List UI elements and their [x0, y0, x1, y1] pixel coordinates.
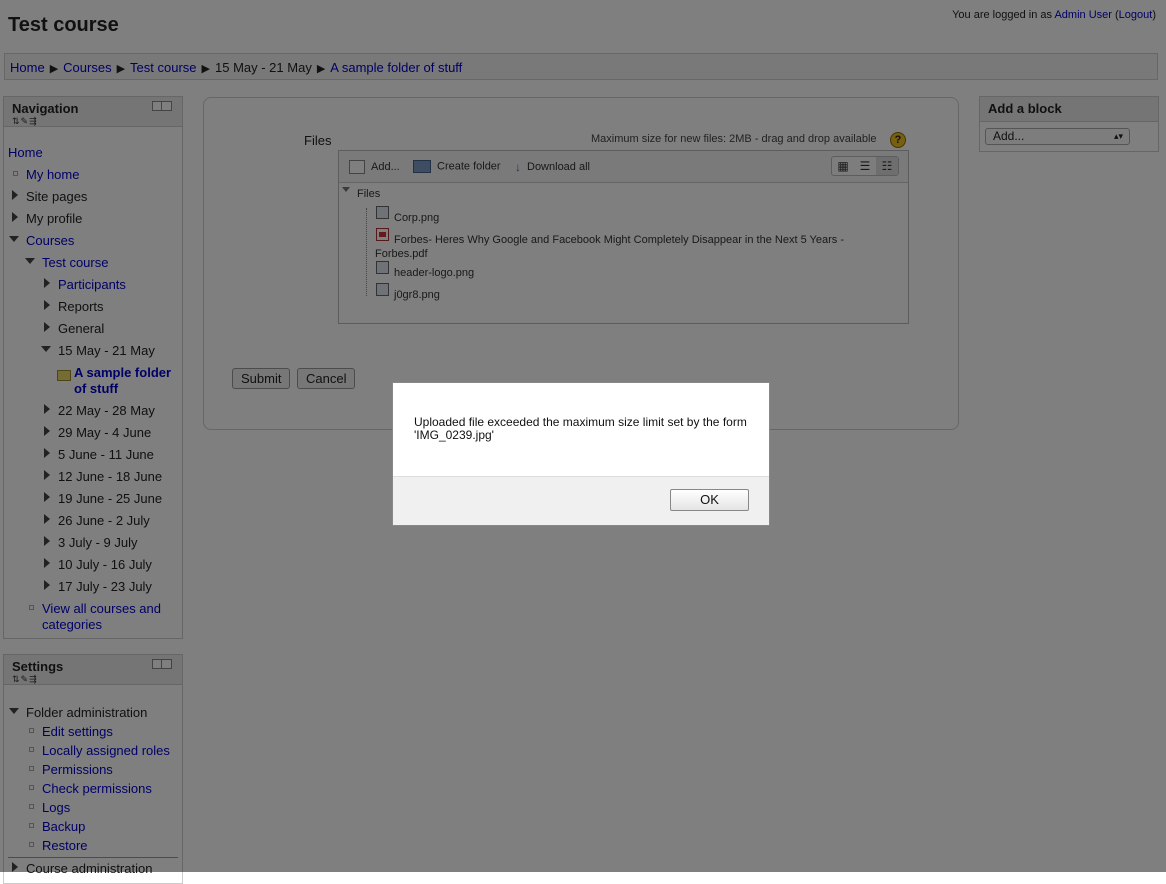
ok-button[interactable]: OK	[670, 489, 749, 511]
dialog-footer: OK	[393, 476, 769, 525]
error-message: Uploaded file exceeded the maximum size …	[414, 415, 747, 442]
error-dialog: Uploaded file exceeded the maximum size …	[392, 382, 770, 526]
